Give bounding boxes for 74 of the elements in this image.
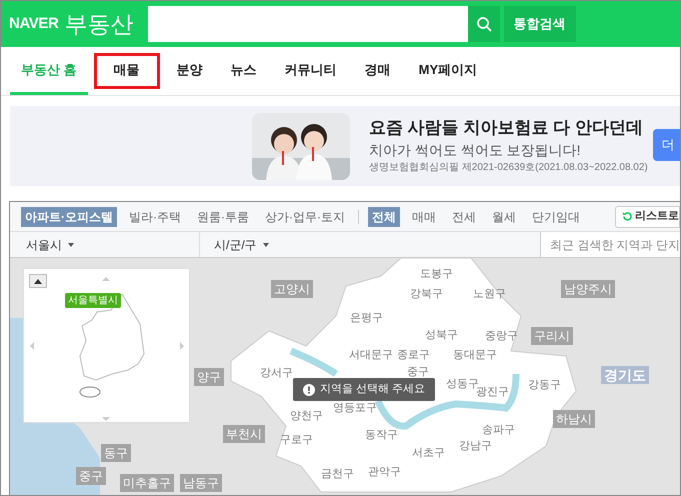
integrated-search-button[interactable]: 통합검색 (504, 6, 576, 42)
property-type-filter[interactable]: 빌라·주택 (125, 206, 185, 226)
caret-icon (262, 242, 269, 246)
district-label[interactable]: 노원구 (473, 286, 506, 302)
nav-tab[interactable]: 커뮤니티 (274, 47, 348, 95)
map-canvas[interactable]: 도봉구 고양시 강북구 노원구 남양주시 은평구 성북구 중랑구 구리시 서대문구 종로구 동대문구 양구 강서구 중구 성동구 경기도 광진구 강동구 영등포구 양천구 하남시 부천시 구로구 동작구 송파구 동구 서초구 강남구 중구 미추홀구 남동구 금천구 관악구 서울특별시 지역을 선택해 주세요 (10, 258, 680, 495)
arrow-up-icon (102, 277, 110, 281)
refresh-icon (622, 211, 633, 222)
district-label[interactable]: 광진구 (476, 384, 509, 400)
area-label[interactable]: 미추홀구 (120, 474, 174, 492)
property-type-filter[interactable]: 원룸·투룸 (193, 206, 253, 226)
ad-more-button[interactable]: 더 (653, 129, 680, 161)
recent-search-field[interactable]: 최근 검색한 지역과 단지 (540, 232, 680, 257)
district-label[interactable]: 강동구 (528, 377, 561, 394)
trade-type-filter[interactable]: 매매 (408, 206, 440, 226)
search-field[interactable] (148, 6, 468, 42)
district-label[interactable]: 성북구 (425, 327, 458, 344)
district-label[interactable]: 양천구 (290, 408, 323, 424)
nav-tab[interactable]: 경매 (354, 47, 402, 95)
property-type-filter[interactable]: 상가·업무·토지 (261, 206, 349, 226)
district-label[interactable]: 금천구 (321, 466, 354, 482)
area-label[interactable]: 중구 (76, 467, 106, 485)
district-label[interactable]: 중랑구 (485, 328, 518, 344)
district-label[interactable]: 강남구 (459, 438, 492, 454)
trade-type-filter[interactable]: 단기임대 (528, 206, 584, 226)
district-label[interactable]: 중구 (407, 364, 429, 380)
area-label[interactable]: 구리시 (531, 327, 573, 345)
search-icon (476, 16, 492, 32)
trade-type-filter[interactable]: 월세 (488, 206, 520, 226)
district-label[interactable]: 동대문구 (453, 347, 497, 364)
ad-title[interactable]: 요즘 사람들 치아보험료 다 안다던데 (369, 116, 648, 140)
collapse-button[interactable] (29, 274, 47, 288)
nav-tab[interactable]: 뉴스 (220, 47, 268, 95)
district-label[interactable]: 종로구 (397, 347, 430, 364)
city-dropdown[interactable]: 서울시 (10, 232, 200, 257)
area-label[interactable]: 부천시 (223, 425, 265, 443)
district-label[interactable]: 서대문구 (349, 347, 393, 364)
district-label[interactable]: 서초구 (412, 445, 445, 462)
district-label[interactable]: 도봉구 (420, 266, 453, 282)
chevron-up-icon (34, 278, 42, 284)
trade-type-filter[interactable]: 전세 (448, 206, 480, 226)
area-label[interactable]: 하남시 (553, 410, 595, 428)
trade-type-filter[interactable]: 전체 (368, 206, 400, 226)
district-label[interactable]: 관악구 (368, 464, 401, 480)
caret-icon (68, 242, 74, 246)
district-label[interactable]: 은평구 (350, 310, 383, 326)
info-icon (303, 384, 315, 396)
arrow-down-icon (102, 417, 110, 421)
district-label[interactable]: 구로구 (280, 432, 313, 448)
area-label[interactable]: 동구 (101, 444, 131, 462)
notice-tooltip: 지역을 선택해 주세요 (293, 378, 436, 401)
nav-tab[interactable]: 매물 (94, 53, 160, 89)
ad-disclaimer: 생명보험협회심의필 제2021-02639호(2021.08.03~2022.08.02) (369, 161, 648, 175)
search-button[interactable] (468, 6, 500, 42)
district-label[interactable]: 영등포구 (333, 400, 377, 416)
district-label[interactable]: 강북구 (410, 286, 443, 302)
district-dropdown[interactable]: 시/군/구 (200, 232, 540, 257)
district-label[interactable]: 송파구 (482, 422, 515, 438)
nav-tab[interactable]: 분양 (166, 47, 214, 95)
property-type-filter[interactable]: 아파트·오피스텔 (21, 206, 117, 226)
region-marker[interactable]: 서울특별시 (65, 293, 121, 308)
district-label[interactable]: 성동구 (446, 376, 479, 392)
arrow-right-icon (180, 342, 184, 350)
area-label[interactable]: 남동구 (180, 474, 222, 492)
district-label[interactable]: 강서구 (260, 365, 293, 382)
list-view-button[interactable]: 리스트로 (615, 206, 680, 228)
district-label[interactable]: 동작구 (365, 427, 398, 444)
nav-tab[interactable]: MY페이지 (408, 47, 488, 95)
area-label[interactable]: 남양주시 (561, 280, 615, 298)
nav-tab[interactable]: 부동산 홈 (10, 47, 88, 95)
area-label[interactable]: 고양시 (271, 280, 313, 298)
area-label[interactable]: 양구 (194, 368, 224, 386)
arrow-left-icon (30, 342, 34, 350)
ad-subtitle: 치아가 썩어도 썩어도 보장됩니다! (369, 141, 582, 160)
